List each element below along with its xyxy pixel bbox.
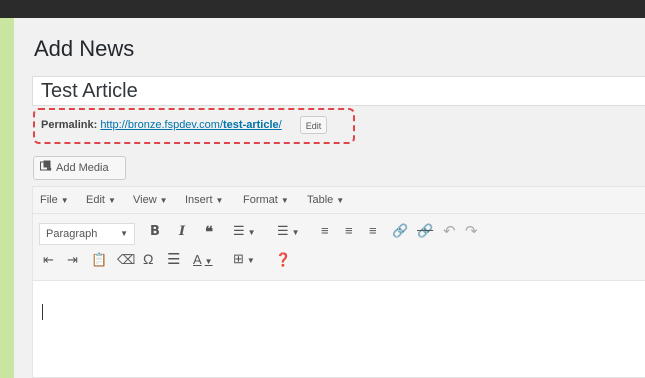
unlink-icon[interactable]: 🔗 — [417, 223, 433, 239]
menu-table-label: Table — [307, 194, 334, 206]
menu-file[interactable]: File ▼ — [40, 194, 69, 206]
menu-insert-label: Insert — [185, 194, 213, 206]
content-editor: File ▼ Edit ▼ View ▼ Insert ▼ Format ▼ Table ▼… — [32, 186, 645, 378]
indent-icon[interactable]: ⇥ — [67, 252, 78, 268]
align-left-icon[interactable]: ≡ — [321, 223, 329, 238]
chevron-down-icon: ▼ — [159, 196, 168, 205]
add-media-button[interactable]: Add Media — [33, 156, 126, 180]
chevron-down-icon: ▼ — [280, 196, 289, 205]
format-select[interactable]: Paragraph ▼ — [39, 223, 135, 245]
chevron-down-icon: ▼ — [120, 229, 128, 238]
permalink-url-prefix: http://bronze.fspdev.com/ — [100, 119, 224, 131]
permalink-label: Permalink: — [41, 119, 98, 131]
menu-insert[interactable]: Insert ▼ — [185, 194, 223, 206]
permalink-slug: test-article — [223, 119, 279, 131]
permalink: Permalink: http://bronze.fspdev.com/test… — [41, 119, 282, 131]
link-icon[interactable]: 🔗 — [392, 223, 408, 239]
chevron-down-icon: ▼ — [336, 196, 345, 205]
redo-icon[interactable]: ↷ — [465, 222, 478, 240]
italic-icon[interactable]: I — [179, 224, 185, 239]
help-icon[interactable]: ❓ — [275, 252, 291, 268]
menu-file-label: File — [40, 194, 58, 206]
horizontal-line-icon[interactable]: ☰ — [167, 250, 180, 268]
menu-view-label: View — [133, 194, 157, 206]
chevron-down-icon: ▼ — [215, 196, 224, 205]
chevron-down-icon: ▼ — [107, 196, 116, 205]
top-bar — [0, 0, 645, 18]
outdent-icon[interactable]: ⇤ — [43, 252, 54, 268]
clear-formatting-icon[interactable]: ⌫ — [117, 252, 135, 268]
menu-table[interactable]: Table ▼ — [307, 194, 344, 206]
post-title-input[interactable]: Test Article — [32, 76, 645, 106]
media-icon — [40, 157, 52, 179]
bullet-list-icon[interactable]: ☰ ▼ — [233, 223, 256, 239]
align-right-icon[interactable]: ≡ — [369, 223, 377, 238]
blockquote-icon[interactable]: ❝ — [205, 223, 213, 241]
permalink-edit-button[interactable]: Edit — [300, 116, 327, 134]
special-character-icon[interactable]: Ω — [143, 251, 153, 267]
text-cursor — [42, 304, 43, 320]
paste-text-icon[interactable]: 📋 — [91, 252, 107, 268]
format-select-value: Paragraph — [46, 228, 98, 240]
menu-edit-label: Edit — [86, 194, 105, 206]
align-center-icon[interactable]: ≡ — [345, 223, 353, 238]
menu-view[interactable]: View ▼ — [133, 194, 168, 206]
permalink-url-suffix: / — [278, 119, 282, 131]
page-title: Add News — [34, 36, 135, 61]
menu-format-label: Format — [243, 194, 278, 206]
table-icon[interactable]: ⊞ ▼ — [233, 251, 255, 267]
bold-icon[interactable]: B — [150, 224, 160, 239]
numbered-list-icon[interactable]: ☰ ▼ — [277, 223, 300, 239]
editor-menubar: File ▼ Edit ▼ View ▼ Insert ▼ Format ▼ Table ▼ — [33, 187, 645, 214]
chevron-down-icon: ▼ — [60, 196, 69, 205]
menu-edit[interactable]: Edit ▼ — [86, 194, 116, 206]
text-color-icon[interactable]: A ▼ — [193, 252, 213, 267]
menu-format[interactable]: Format ▼ — [243, 194, 289, 206]
editor-toolbars: Paragraph ▼ B I ❝ ☰ ▼ ☰ ▼ ≡ ≡ ≡ 🔗 🔗 ↶ ↷ ⇤ … — [33, 214, 645, 281]
add-media-label: Add Media — [56, 162, 109, 174]
undo-icon[interactable]: ↶ — [443, 222, 456, 240]
editor-content-area[interactable] — [33, 281, 645, 377]
permalink-link[interactable]: http://bronze.fspdev.com/test-article/ — [100, 119, 281, 131]
